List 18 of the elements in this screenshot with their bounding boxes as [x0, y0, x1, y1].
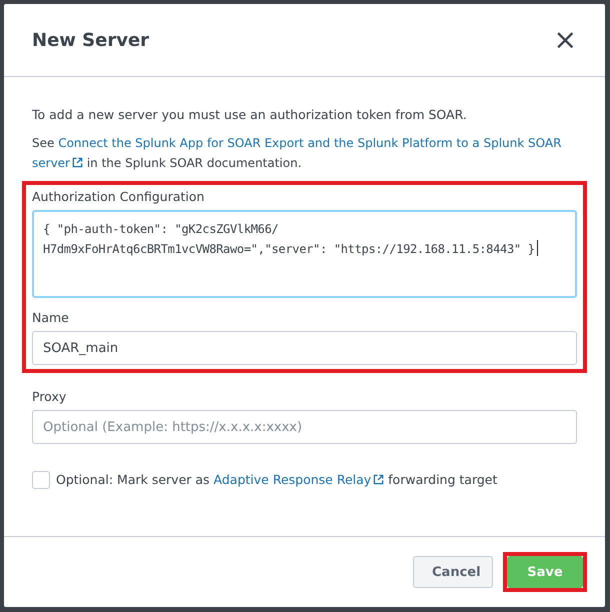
- relay-option-text: Optional: Mark server as Adaptive Response Relay forwarding target: [56, 471, 498, 489]
- field-label: Proxy: [32, 389, 68, 404]
- checkbox[interactable]: [32, 471, 50, 489]
- field-label: Name: [32, 310, 70, 325]
- name-input[interactable]: SOAR_main: [32, 331, 577, 365]
- dialog-title: New Server: [32, 30, 150, 50]
- proxy-input[interactable]: Optional (Example: https://x.x.x.x:xxxx): [32, 410, 577, 444]
- close-button[interactable]: ×: [554, 26, 577, 54]
- documentation-link[interactable]: server: [32, 156, 83, 170]
- authorization-textarea[interactable]: { "ph-auth-token": "gK2csZGVlkM66/ H7dm9xFoHrAtq6cBRTm1vcVW8Rawo=","server": "https://192.168.11.5:8443" }: [32, 210, 577, 298]
- cancel-button[interactable]: Cancel: [413, 556, 493, 588]
- field-label: Authorization Configuration: [32, 189, 206, 204]
- documentation-link[interactable]: Connect the Splunk App for SOAR Export and the Splunk Platform to a Splunk SOAR: [58, 136, 562, 150]
- external-link-icon: [72, 157, 83, 168]
- external-link-icon: [373, 474, 384, 485]
- intro-text: To add a new server you must use an authorization token from SOAR.: [32, 106, 468, 124]
- relay-link[interactable]: Adaptive Response Relay: [214, 472, 384, 487]
- documentation-note: See Connect the Splunk App for SOAR Export and the Splunk Platform to a Splunk SOAR server in the Splunk SOAR documentation.: [32, 135, 562, 172]
